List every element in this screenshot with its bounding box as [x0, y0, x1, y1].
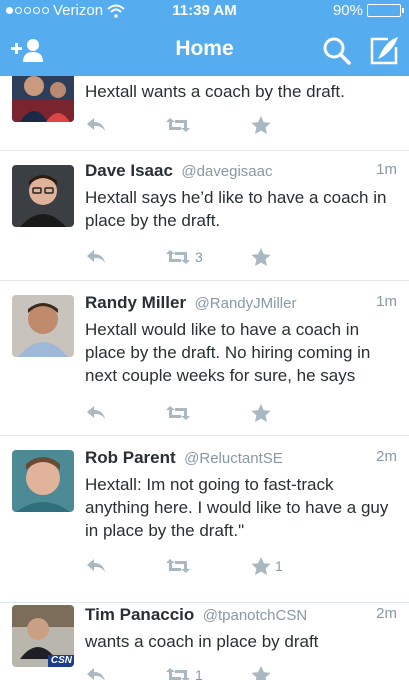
reply-icon [87, 559, 105, 572]
author-name[interactable]: Dave Isaac [85, 161, 173, 180]
reply-icon [87, 118, 105, 131]
battery-percent: 90% [332, 2, 363, 19]
favorite-button[interactable] [251, 664, 271, 680]
top-bar: Verizon 11:39 AM 90% Home [0, 0, 409, 76]
author-name[interactable]: Randy Miller [85, 293, 186, 312]
tweet[interactable]: Randy Miller @RandyJMiller 1m Hextall wo… [0, 281, 409, 436]
compose-icon[interactable] [368, 35, 400, 67]
author-handle[interactable]: @ReluctantSE [184, 450, 283, 467]
tweet-actions: 3 [85, 246, 285, 268]
retweet-button[interactable] [165, 555, 191, 577]
reply-icon [87, 250, 105, 263]
retweet-button[interactable]: 3 [165, 246, 203, 268]
author-name[interactable]: Tim Panaccio [85, 605, 194, 624]
favorite-button[interactable] [251, 246, 271, 268]
status-bar: Verizon 11:39 AM 90% [0, 0, 409, 22]
tweet-timestamp: 1m [376, 161, 397, 178]
battery-icon [367, 4, 404, 17]
star-icon [251, 247, 271, 266]
tweet[interactable]: Dave Isaac @davegisaac 1m Hextall says h… [0, 151, 409, 281]
avatar[interactable] [12, 450, 74, 512]
reply-icon [87, 406, 105, 419]
favorite-button[interactable]: 1 [251, 555, 283, 577]
avatar[interactable] [12, 76, 74, 122]
tweet-actions [85, 402, 285, 424]
avatar-badge: CSN [50, 655, 72, 666]
star-icon [251, 665, 271, 680]
author-handle[interactable]: @RandyJMiller [195, 295, 297, 312]
timeline[interactable]: Hextall wants a coach by the draft. Dave… [0, 76, 409, 680]
retweet-count: 3 [195, 249, 203, 265]
reply-button[interactable] [85, 664, 107, 680]
reply-icon [87, 668, 105, 680]
star-icon [251, 403, 271, 422]
tweet-header: Rob Parent @ReluctantSE 2m [85, 448, 397, 468]
tweet-header: Dave Isaac @davegisaac 1m [85, 161, 397, 181]
tweet-actions: 1 [85, 555, 285, 577]
tweet-text: Hextall would like to have a coach in pl… [85, 320, 371, 385]
tweet[interactable]: CSN Tim Panaccio @tpanotchCSN 2m wants a… [0, 603, 409, 680]
retweet-count: 1 [195, 667, 203, 680]
nav-bar: Home [0, 26, 409, 74]
tweet-header: Randy Miller @RandyJMiller 1m [85, 293, 397, 313]
tweet[interactable]: Rob Parent @ReluctantSE 2m Hextall: Im n… [0, 436, 409, 603]
tweet-text: wants a coach in place by draft [85, 632, 319, 651]
tweet-actions: 1 [85, 664, 285, 680]
author-name[interactable]: Rob Parent [85, 448, 176, 467]
tweet-timestamp: 2m [376, 605, 397, 622]
retweet-button[interactable]: 1 [165, 664, 203, 680]
favorite-button[interactable] [251, 114, 271, 136]
tweet-text: Hextall: Im not going to fast-track anyt… [85, 475, 389, 540]
tweet[interactable]: Hextall wants a coach by the draft. [0, 76, 409, 151]
author-handle[interactable]: @davegisaac [181, 163, 272, 180]
retweet-icon [166, 118, 190, 132]
tweet-text: Hextall says he’d like to have a coach i… [85, 188, 387, 230]
avatar[interactable] [12, 295, 74, 357]
retweet-button[interactable] [165, 114, 191, 136]
reply-button[interactable] [85, 246, 107, 268]
battery-status: 90% [332, 2, 404, 19]
favorite-button[interactable] [251, 402, 271, 424]
tweet-timestamp: 1m [376, 293, 397, 310]
retweet-icon [166, 250, 190, 264]
tweet-actions [85, 114, 285, 136]
retweet-icon [166, 559, 190, 573]
search-icon[interactable] [322, 36, 352, 66]
reply-button[interactable] [85, 402, 107, 424]
avatar[interactable] [12, 165, 74, 227]
star-icon [251, 115, 271, 134]
favorite-count: 1 [275, 558, 283, 574]
author-handle[interactable]: @tpanotchCSN [203, 607, 307, 624]
avatar[interactable]: CSN [12, 605, 74, 667]
tweet-timestamp: 2m [376, 448, 397, 465]
tweet-header: Tim Panaccio @tpanotchCSN 2m [85, 605, 397, 625]
reply-button[interactable] [85, 555, 107, 577]
star-icon [251, 556, 271, 575]
retweet-button[interactable] [165, 402, 191, 424]
retweet-icon [166, 406, 190, 420]
tweet-text: Hextall wants a coach by the draft. [85, 82, 345, 101]
retweet-icon [166, 668, 190, 680]
reply-button[interactable] [85, 114, 107, 136]
